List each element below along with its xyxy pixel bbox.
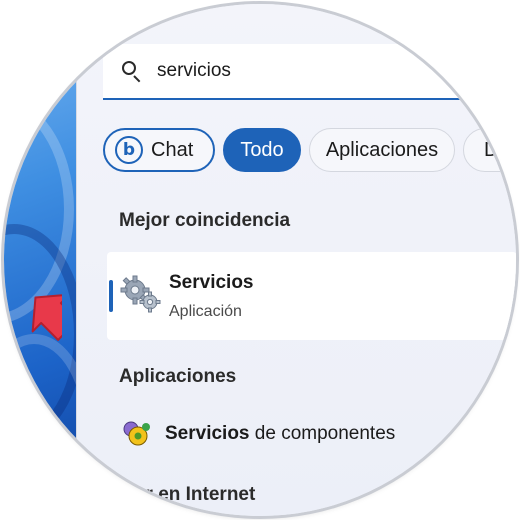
best-match-title: Servicios — [169, 272, 254, 293]
filter-todo-button[interactable]: Todo — [223, 128, 301, 172]
app-result-label-bold: Servicios — [165, 423, 250, 444]
search-box[interactable] — [103, 44, 516, 100]
apps-heading: Aplicaciones — [119, 366, 237, 387]
filter-todo-label: Todo — [240, 138, 284, 161]
filter-chat-label: Chat — [151, 138, 194, 161]
filter-documents-button[interactable]: D — [463, 128, 516, 172]
gears-icon — [120, 275, 161, 313]
filter-apps-button[interactable]: Aplicaciones — [309, 128, 455, 172]
best-match-subtitle: Aplicación — [169, 303, 242, 320]
search-icon — [121, 60, 143, 83]
search-input[interactable] — [157, 60, 457, 82]
best-match-result[interactable]: Servicios Aplicación — [107, 252, 516, 340]
best-match-heading: Mejor coincidencia — [119, 210, 291, 231]
bing-chat-icon: b — [115, 136, 143, 164]
start-search-panel: b Chat Todo Aplicaciones D Mejor coincid… — [76, 4, 516, 516]
app-result-label: Servicios de componentes — [165, 423, 395, 445]
app-result-label-rest: de componentes — [249, 423, 396, 444]
web-search-heading: rcar en Internet — [117, 484, 256, 505]
selection-indicator — [109, 280, 113, 312]
app-result-component-services[interactable]: Servicios de componentes — [119, 414, 479, 454]
red-pointer-arrow-icon — [31, 294, 62, 341]
magnified-view: b Chat Todo Aplicaciones D Mejor coincid… — [4, 4, 516, 516]
desktop-wallpaper — [4, 4, 76, 516]
filter-apps-label: Aplicaciones — [325, 138, 439, 161]
filter-documents-label: D — [484, 138, 499, 161]
filter-chat-button[interactable]: b Chat — [103, 128, 215, 172]
component-services-icon — [123, 421, 150, 446]
